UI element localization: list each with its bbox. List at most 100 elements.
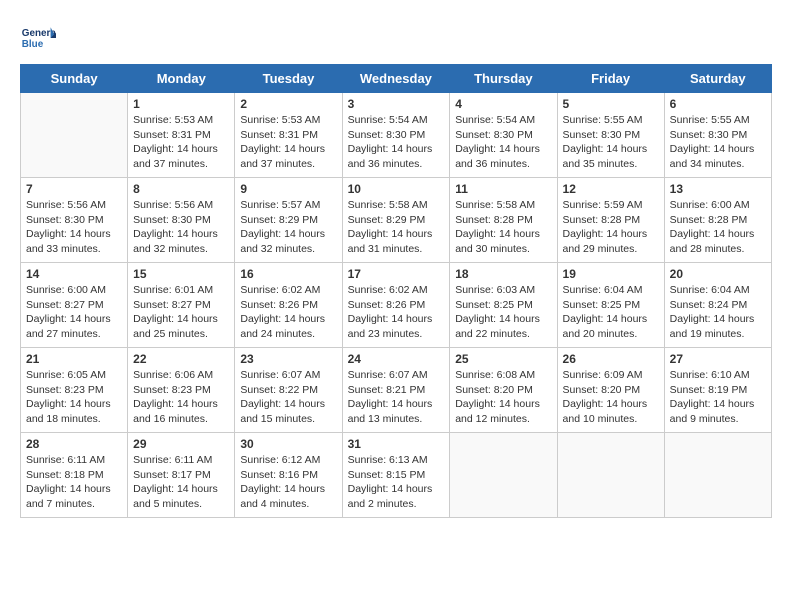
week-row-4: 21Sunrise: 6:05 AM Sunset: 8:23 PM Dayli… <box>21 348 772 433</box>
day-number: 26 <box>563 352 659 366</box>
day-cell: 16Sunrise: 6:02 AM Sunset: 8:26 PM Dayli… <box>235 263 342 348</box>
week-row-3: 14 Sunrise: 6:00 AM Sunset: 8:27 PM Dayli… <box>21 263 772 348</box>
day-number: 5 <box>563 97 659 111</box>
day-info: Sunrise: 6:13 AM Sunset: 8:15 PM Dayligh… <box>348 453 445 512</box>
day-info: Sunrise: 6:06 AM Sunset: 8:23 PM Dayligh… <box>133 368 229 427</box>
day-cell: 18 Sunrise: 6:03 AM Sunset: 8:25 PM Dayli… <box>450 263 557 348</box>
day-cell: 1 Sunrise: 5:53 AM Sunset: 8:31 PM Daylig… <box>128 93 235 178</box>
day-number: 4 <box>455 97 551 111</box>
header-saturday: Saturday <box>664 65 771 93</box>
day-number: 18 <box>455 267 551 281</box>
logo-icon: General Blue <box>20 20 56 56</box>
week-row-1: 1 Sunrise: 5:53 AM Sunset: 8:31 PM Daylig… <box>21 93 772 178</box>
day-number: 15 <box>133 267 229 281</box>
day-info: Sunrise: 6:00 AM Sunset: 8:28 PM Dayligh… <box>670 198 766 257</box>
day-number: 8 <box>133 182 229 196</box>
day-number: 19 <box>563 267 659 281</box>
day-cell: 29Sunrise: 6:11 AM Sunset: 8:17 PM Dayli… <box>128 433 235 518</box>
day-number: 9 <box>240 182 336 196</box>
day-cell: 31 Sunrise: 6:13 AM Sunset: 8:15 PM Dayli… <box>342 433 450 518</box>
day-number: 11 <box>455 182 551 196</box>
day-info: Sunrise: 5:56 AM Sunset: 8:30 PM Dayligh… <box>26 198 122 257</box>
day-info: Sunrise: 6:09 AM Sunset: 8:20 PM Dayligh… <box>563 368 659 427</box>
day-info: Sunrise: 5:59 AM Sunset: 8:28 PM Dayligh… <box>563 198 659 257</box>
week-row-2: 7 Sunrise: 5:56 AM Sunset: 8:30 PM Daylig… <box>21 178 772 263</box>
day-cell: 25 Sunrise: 6:08 AM Sunset: 8:20 PM Dayli… <box>450 348 557 433</box>
day-cell: 15 Sunrise: 6:01 AM Sunset: 8:27 PM Dayli… <box>128 263 235 348</box>
day-info: Sunrise: 5:53 AM Sunset: 8:31 PM Dayligh… <box>240 113 336 172</box>
header-tuesday: Tuesday <box>235 65 342 93</box>
day-info: Sunrise: 6:07 AM Sunset: 8:22 PM Dayligh… <box>240 368 336 427</box>
day-number: 30 <box>240 437 336 451</box>
day-cell <box>21 93 128 178</box>
day-number: 2 <box>240 97 336 111</box>
day-cell <box>450 433 557 518</box>
day-info: Sunrise: 5:58 AM Sunset: 8:29 PM Dayligh… <box>348 198 445 257</box>
day-number: 16 <box>240 267 336 281</box>
day-cell: 27Sunrise: 6:10 AM Sunset: 8:19 PM Dayli… <box>664 348 771 433</box>
logo: General Blue <box>20 20 60 56</box>
day-number: 25 <box>455 352 551 366</box>
day-cell: 26 Sunrise: 6:09 AM Sunset: 8:20 PM Dayli… <box>557 348 664 433</box>
day-cell: 12 Sunrise: 5:59 AM Sunset: 8:28 PM Dayli… <box>557 178 664 263</box>
day-number: 10 <box>348 182 445 196</box>
day-cell: 5 Sunrise: 5:55 AM Sunset: 8:30 PM Daylig… <box>557 93 664 178</box>
day-number: 21 <box>26 352 122 366</box>
day-number: 7 <box>26 182 122 196</box>
day-number: 24 <box>348 352 445 366</box>
day-number: 17 <box>348 267 445 281</box>
day-cell: 22Sunrise: 6:06 AM Sunset: 8:23 PM Dayli… <box>128 348 235 433</box>
day-info: Sunrise: 5:54 AM Sunset: 8:30 PM Dayligh… <box>455 113 551 172</box>
day-number: 6 <box>670 97 766 111</box>
day-number: 29 <box>133 437 229 451</box>
day-cell: 3 Sunrise: 5:54 AM Sunset: 8:30 PM Daylig… <box>342 93 450 178</box>
day-info: Sunrise: 6:02 AM Sunset: 8:26 PM Dayligh… <box>348 283 445 342</box>
day-info: Sunrise: 6:04 AM Sunset: 8:25 PM Dayligh… <box>563 283 659 342</box>
header-sunday: Sunday <box>21 65 128 93</box>
day-cell: 11 Sunrise: 5:58 AM Sunset: 8:28 PM Dayli… <box>450 178 557 263</box>
day-cell: 19 Sunrise: 6:04 AM Sunset: 8:25 PM Dayli… <box>557 263 664 348</box>
day-cell: 17 Sunrise: 6:02 AM Sunset: 8:26 PM Dayli… <box>342 263 450 348</box>
day-cell <box>557 433 664 518</box>
day-info: Sunrise: 5:57 AM Sunset: 8:29 PM Dayligh… <box>240 198 336 257</box>
day-cell: 13 Sunrise: 6:00 AM Sunset: 8:28 PM Dayli… <box>664 178 771 263</box>
day-info: Sunrise: 6:08 AM Sunset: 8:20 PM Dayligh… <box>455 368 551 427</box>
day-cell: 2 Sunrise: 5:53 AM Sunset: 8:31 PM Daylig… <box>235 93 342 178</box>
day-cell: 10 Sunrise: 5:58 AM Sunset: 8:29 PM Dayli… <box>342 178 450 263</box>
day-info: Sunrise: 6:01 AM Sunset: 8:27 PM Dayligh… <box>133 283 229 342</box>
day-cell: 23 Sunrise: 6:07 AM Sunset: 8:22 PM Dayli… <box>235 348 342 433</box>
day-number: 13 <box>670 182 766 196</box>
day-number: 20 <box>670 267 766 281</box>
day-number: 1 <box>133 97 229 111</box>
day-info: Sunrise: 5:55 AM Sunset: 8:30 PM Dayligh… <box>670 113 766 172</box>
day-cell <box>664 433 771 518</box>
day-cell: 8 Sunrise: 5:56 AM Sunset: 8:30 PM Daylig… <box>128 178 235 263</box>
svg-text:Blue: Blue <box>22 39 44 50</box>
header-row: SundayMondayTuesdayWednesdayThursdayFrid… <box>21 65 772 93</box>
day-cell: 14 Sunrise: 6:00 AM Sunset: 8:27 PM Dayli… <box>21 263 128 348</box>
day-cell: 24 Sunrise: 6:07 AM Sunset: 8:21 PM Dayli… <box>342 348 450 433</box>
day-info: Sunrise: 6:00 AM Sunset: 8:27 PM Dayligh… <box>26 283 122 342</box>
day-cell: 4 Sunrise: 5:54 AM Sunset: 8:30 PM Daylig… <box>450 93 557 178</box>
day-info: Sunrise: 5:58 AM Sunset: 8:28 PM Dayligh… <box>455 198 551 257</box>
page-header: General Blue <box>20 20 772 56</box>
day-info: Sunrise: 5:55 AM Sunset: 8:30 PM Dayligh… <box>563 113 659 172</box>
day-info: Sunrise: 6:04 AM Sunset: 8:24 PM Dayligh… <box>670 283 766 342</box>
calendar: SundayMondayTuesdayWednesdayThursdayFrid… <box>20 64 772 518</box>
day-info: Sunrise: 5:54 AM Sunset: 8:30 PM Dayligh… <box>348 113 445 172</box>
day-cell: 28Sunrise: 6:11 AM Sunset: 8:18 PM Dayli… <box>21 433 128 518</box>
day-number: 23 <box>240 352 336 366</box>
day-cell: 21Sunrise: 6:05 AM Sunset: 8:23 PM Dayli… <box>21 348 128 433</box>
day-number: 12 <box>563 182 659 196</box>
day-cell: 30Sunrise: 6:12 AM Sunset: 8:16 PM Dayli… <box>235 433 342 518</box>
day-info: Sunrise: 6:11 AM Sunset: 8:18 PM Dayligh… <box>26 453 122 512</box>
day-info: Sunrise: 6:03 AM Sunset: 8:25 PM Dayligh… <box>455 283 551 342</box>
day-info: Sunrise: 5:56 AM Sunset: 8:30 PM Dayligh… <box>133 198 229 257</box>
day-info: Sunrise: 6:07 AM Sunset: 8:21 PM Dayligh… <box>348 368 445 427</box>
day-number: 14 <box>26 267 122 281</box>
header-monday: Monday <box>128 65 235 93</box>
header-wednesday: Wednesday <box>342 65 450 93</box>
day-number: 3 <box>348 97 445 111</box>
day-number: 31 <box>348 437 445 451</box>
day-info: Sunrise: 5:53 AM Sunset: 8:31 PM Dayligh… <box>133 113 229 172</box>
